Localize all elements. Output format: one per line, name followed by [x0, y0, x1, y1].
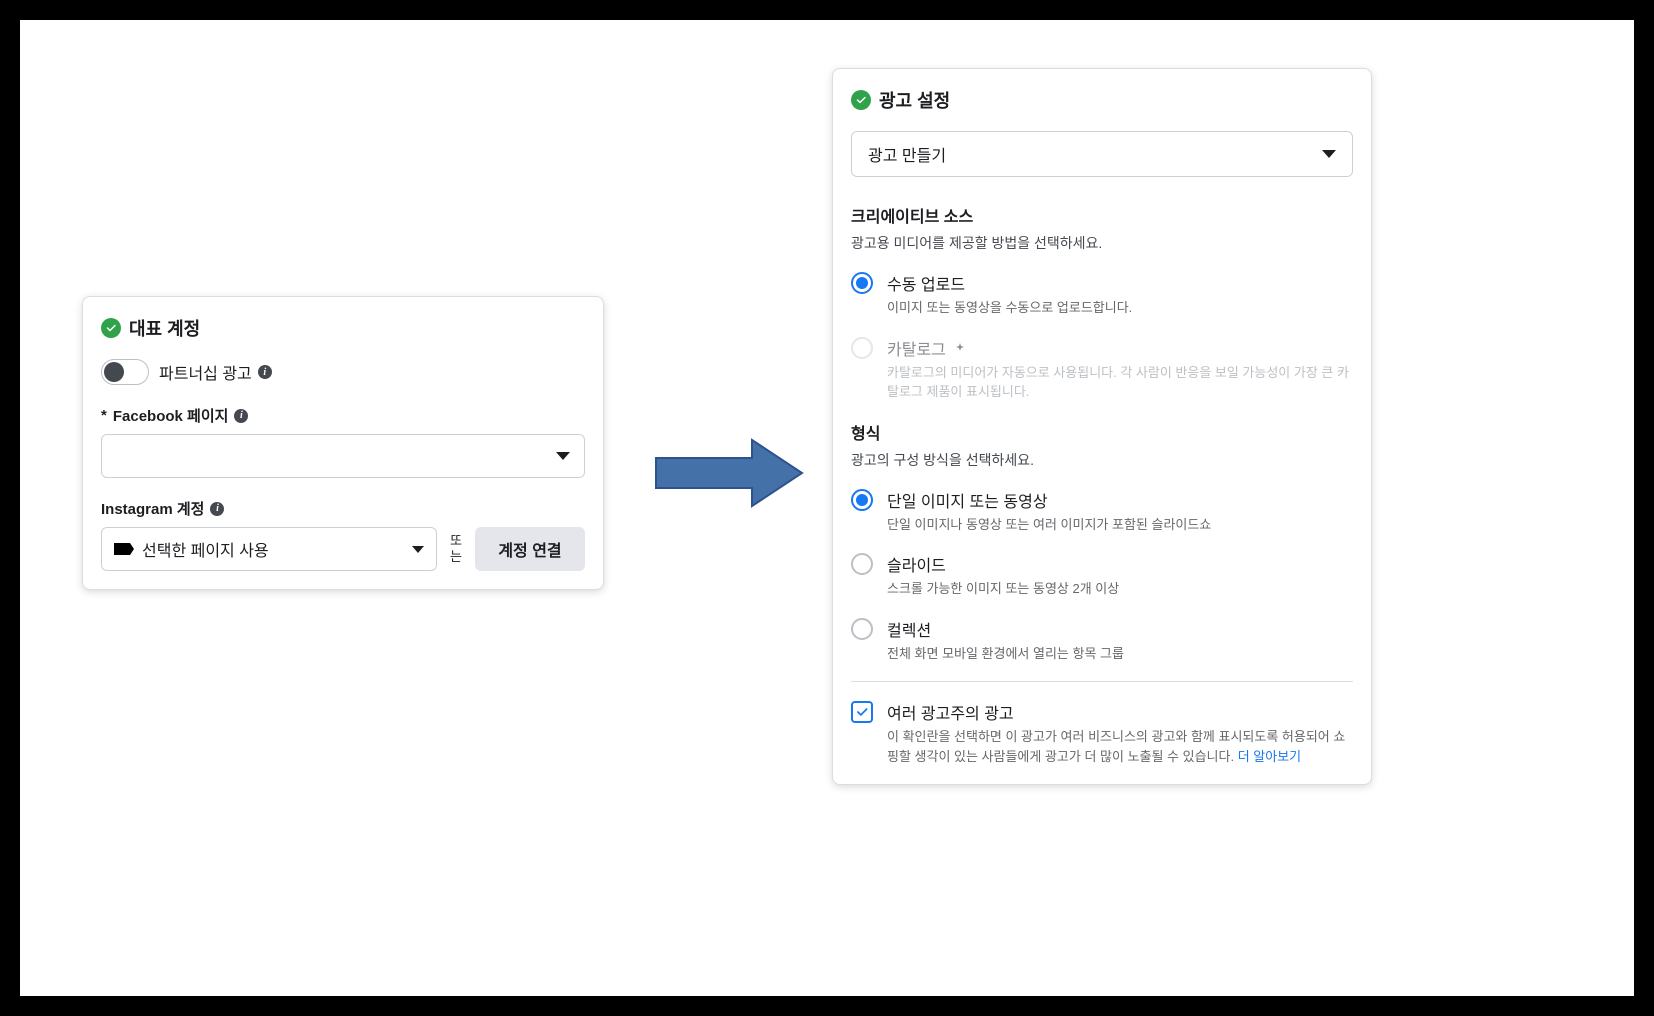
instagram-select[interactable]: 선택한 페이지 사용: [101, 527, 437, 571]
caret-down-icon: [412, 546, 424, 553]
checkbox-desc: 이 확인란을 선택하면 이 광고가 여러 비즈니스의 광고와 함께 표시되도록 …: [887, 727, 1353, 766]
format-option-carousel[interactable]: 슬라이드 스크롤 가능한 이미지 또는 동영상 2개 이상: [851, 552, 1353, 599]
radio-desc: 스크롤 가능한 이미지 또는 동영상 2개 이상: [887, 579, 1353, 599]
facebook-page-label-text: Facebook 페이지: [113, 405, 229, 426]
radio-desc: 카탈로그의 미디어가 자동으로 사용됩니다. 각 사람이 반응을 보일 가능성이…: [887, 363, 1353, 402]
creative-source-option-catalog: 카탈로그 카탈로그의 미디어가 자동으로 사용됩니다. 각 사람이 반응을 보일…: [851, 336, 1353, 402]
radio-content: 카탈로그 카탈로그의 미디어가 자동으로 사용됩니다. 각 사람이 반응을 보일…: [887, 336, 1353, 402]
radio-collection[interactable]: [851, 618, 873, 640]
required-asterisk: *: [101, 407, 107, 424]
toggle-knob: [104, 362, 124, 382]
partnership-toggle-row: 파트너십 광고 i: [101, 359, 585, 385]
identity-card-header: 대표 계정: [101, 315, 585, 341]
learn-more-link[interactable]: 더 알아보기: [1238, 749, 1301, 764]
format-sub: 광고의 구성 방식을 선택하세요.: [851, 450, 1353, 470]
dropdown-text: 광고 만들기: [868, 142, 946, 166]
radio-title: 슬라이드: [887, 552, 1353, 576]
divider: [851, 681, 1353, 682]
format-option-single[interactable]: 단일 이미지 또는 동영상 단일 이미지나 동영상 또는 여러 이미지가 포함된…: [851, 488, 1353, 535]
caret-down-icon: [1322, 150, 1336, 158]
checkbox-content: 여러 광고주의 광고 이 확인란을 선택하면 이 광고가 여러 비즈니스의 광고…: [887, 700, 1353, 766]
radio-title-text: 카탈로그: [887, 336, 946, 360]
instagram-select-text: 선택한 페이지 사용: [142, 537, 402, 561]
instagram-label: Instagram 계정 i: [101, 498, 585, 519]
facebook-page-label: * Facebook 페이지 i: [101, 405, 585, 426]
flag-icon: [114, 543, 130, 555]
ad-setup-dropdown[interactable]: 광고 만들기: [851, 131, 1353, 177]
info-icon[interactable]: i: [234, 409, 248, 423]
partnership-toggle[interactable]: [101, 359, 149, 385]
checkbox-title: 여러 광고주의 광고: [887, 700, 1353, 724]
multi-advertiser-checkbox[interactable]: [851, 701, 873, 723]
partnership-label-text: 파트너십 광고: [159, 360, 252, 384]
radio-manual-upload[interactable]: [851, 272, 873, 294]
radio-content: 단일 이미지 또는 동영상 단일 이미지나 동영상 또는 여러 이미지가 포함된…: [887, 488, 1353, 535]
radio-title: 수동 업로드: [887, 271, 1353, 295]
sparkle-icon: [954, 342, 966, 354]
ad-setup-title: 광고 설정: [879, 87, 950, 113]
radio-desc: 단일 이미지나 동영상 또는 여러 이미지가 포함된 슬라이드쇼: [887, 515, 1353, 535]
format-heading: 형식: [851, 420, 1353, 444]
instagram-row: 선택한 페이지 사용 또는 계정 연결: [101, 527, 585, 571]
creative-source-sub: 광고용 미디어를 제공할 방법을 선택하세요.: [851, 233, 1353, 253]
radio-content: 슬라이드 스크롤 가능한 이미지 또는 동영상 2개 이상: [887, 552, 1353, 599]
multi-advertiser-row[interactable]: 여러 광고주의 광고 이 확인란을 선택하면 이 광고가 여러 비즈니스의 광고…: [851, 700, 1353, 766]
radio-content: 수동 업로드 이미지 또는 동영상을 수동으로 업로드합니다.: [887, 271, 1353, 318]
identity-card-title: 대표 계정: [129, 315, 200, 341]
caret-down-icon: [556, 452, 570, 460]
arrow-right-icon: [652, 434, 806, 512]
radio-desc: 이미지 또는 동영상을 수동으로 업로드합니다.: [887, 298, 1353, 318]
or-text: 또는: [447, 533, 465, 564]
connect-account-button[interactable]: 계정 연결: [475, 527, 585, 571]
creative-source-option-manual[interactable]: 수동 업로드 이미지 또는 동영상을 수동으로 업로드합니다.: [851, 271, 1353, 318]
check-icon: [851, 90, 871, 110]
creative-source-heading: 크리에이티브 소스: [851, 203, 1353, 227]
radio-carousel[interactable]: [851, 553, 873, 575]
identity-card: 대표 계정 파트너십 광고 i * Facebook 페이지 i Instagr…: [82, 296, 604, 590]
instagram-label-text: Instagram 계정: [101, 498, 204, 519]
info-icon[interactable]: i: [210, 502, 224, 516]
radio-content: 컬렉션 전체 화면 모바일 환경에서 열리는 항목 그룹: [887, 617, 1353, 664]
radio-title: 단일 이미지 또는 동영상: [887, 488, 1353, 512]
facebook-page-select[interactable]: [101, 434, 585, 478]
ad-setup-header: 광고 설정: [851, 87, 1353, 113]
ad-setup-card: 광고 설정 광고 만들기 크리에이티브 소스 광고용 미디어를 제공할 방법을 …: [832, 68, 1372, 785]
info-icon[interactable]: i: [258, 365, 272, 379]
radio-desc: 전체 화면 모바일 환경에서 열리는 항목 그룹: [887, 644, 1353, 664]
radio-single[interactable]: [851, 489, 873, 511]
radio-catalog: [851, 337, 873, 359]
radio-title: 카탈로그: [887, 336, 1353, 360]
format-option-collection[interactable]: 컬렉션 전체 화면 모바일 환경에서 열리는 항목 그룹: [851, 617, 1353, 664]
check-icon: [101, 318, 121, 338]
radio-title: 컬렉션: [887, 617, 1353, 641]
partnership-label: 파트너십 광고 i: [159, 360, 272, 384]
